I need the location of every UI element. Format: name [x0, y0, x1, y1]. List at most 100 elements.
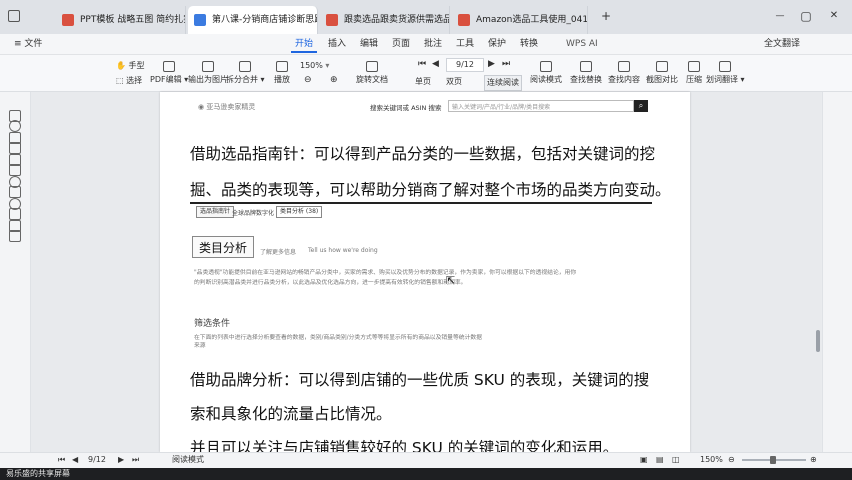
status-page-indicator[interactable]: 9/12 [88, 454, 106, 466]
menu-page[interactable]: 页面 [388, 37, 414, 51]
home-icon[interactable] [8, 10, 20, 22]
paragraph-2-line-1: 借助品牌分析：可以得到店铺的一些优质 SKU 的表现，关键词的搜 [190, 371, 650, 389]
pdf-edit-button[interactable]: PDF编辑 ▾ [150, 61, 188, 85]
prev-page-icon[interactable]: ◀ [432, 59, 439, 69]
paragraph-2-line-2: 索和具象化的流量占比情况。 [190, 405, 392, 423]
screenshot-icon [656, 61, 668, 72]
ppt-file-icon [62, 14, 74, 26]
description-line-1: "品类透视"功能提供目前在亚马逊网站的畅销产品分类中，买家的需求、购买以及优势分… [194, 270, 577, 276]
status-bar [0, 452, 852, 469]
section-title: 类目分析 [199, 241, 248, 255]
tab-pdf-2[interactable]: Amazon选品工具使用_0412.pdf [452, 6, 588, 34]
menu-insert[interactable]: 插入 [324, 37, 350, 51]
status-next-page-icon[interactable]: ▶ [118, 454, 124, 466]
rotate-button[interactable]: 旋转文档 [356, 61, 388, 85]
share-icon[interactable] [9, 230, 21, 242]
tab-active-doc[interactable]: 第八课-分销商店铺诊断思路 [188, 6, 318, 34]
hand-tool-button[interactable]: ✋ 手型 [116, 59, 145, 73]
next-page-icon[interactable]: ▶ [488, 59, 495, 69]
tab-ppt[interactable]: PPT模板 战略五图 简约扎实... [56, 6, 186, 34]
embedded-search-button: ⌕ [634, 100, 648, 112]
embedded-mini-tab: 全球品牌数字化 [232, 210, 275, 217]
full-translate-button[interactable]: 全文翻译 [760, 37, 804, 51]
zoom-in-icon[interactable]: ⊕ [330, 75, 338, 85]
menu-file[interactable]: ≡ 文件 [10, 37, 46, 51]
embedded-search-prefix: 搜索关键词或 ASIN 搜索 [370, 104, 442, 112]
doc-file-icon [194, 14, 206, 26]
screen-share-bar: 易乐盛的共享屏幕 [0, 468, 852, 480]
status-view-icon[interactable]: ▣ [640, 454, 648, 466]
section-note-feedback: Tell us how we're doing [308, 247, 378, 254]
status-last-page-icon[interactable]: ⏭ [132, 454, 139, 466]
image-icon[interactable] [9, 186, 21, 198]
status-zoom-slider-thumb[interactable] [770, 456, 776, 464]
zoom-value: 150% [300, 61, 323, 70]
status-zoom-in-icon[interactable]: ⊕ [810, 454, 817, 466]
status-first-page-icon[interactable]: ⏮ [58, 454, 65, 466]
menu-protect[interactable]: 保护 [484, 37, 510, 51]
page-input[interactable]: 9/12 [446, 58, 484, 72]
settings-icon[interactable] [9, 120, 21, 132]
first-page-icon[interactable]: ⏮ [418, 59, 426, 69]
zoom-control[interactable]: 150% ▾ [300, 59, 352, 73]
tab-label: Amazon选品工具使用_0412.pdf [476, 15, 588, 25]
status-prev-page-icon[interactable]: ◀ [72, 454, 78, 466]
play-button[interactable]: 播放 [274, 61, 290, 85]
paragraph-1-line-1: 借助选品指南针：可以得到产品分类的一些数据，包括对关键词的挖 [190, 145, 656, 163]
split-merge-button[interactable]: 拆分合并 ▾ [226, 61, 265, 85]
vertical-scrollbar[interactable] [816, 330, 820, 352]
image-icon [202, 61, 214, 72]
pdf-edit-icon [163, 61, 176, 72]
tab-label: 跟卖选品跟卖货源供需选品研... [344, 15, 450, 25]
maximize-button[interactable]: ▢ [796, 6, 816, 26]
toolbar: ✋ 手型 ⬚ 选择 PDF编辑 ▾ 输出为图片 拆分合并 ▾ 播放 150% ▾… [0, 55, 852, 92]
word-translate-button[interactable]: 划词翻译 ▾ [706, 61, 745, 85]
filter-title: 筛选条件 [194, 319, 231, 329]
menu-convert[interactable]: 转换 [516, 37, 542, 51]
status-zoom-out-icon[interactable]: ⊖ [728, 454, 735, 466]
minimize-button[interactable]: — [770, 6, 790, 26]
single-page-button[interactable]: 单页 [415, 75, 431, 89]
menu-start[interactable]: 开始 [291, 37, 318, 53]
screen-share-label: 易乐盛的共享屏幕 [6, 469, 70, 478]
book-icon [540, 61, 552, 72]
double-page-button[interactable]: 双页 [446, 75, 462, 89]
new-tab-button[interactable]: + [596, 6, 616, 26]
search-icon [618, 61, 630, 72]
find-content-button[interactable]: 查找内容 [608, 61, 640, 85]
menu-wps-ai[interactable]: WPS AI [562, 37, 602, 51]
find-replace-icon [580, 61, 592, 72]
description-line-2: 的判断识别高潜品类并进行品类分析，以此选品及优化选品方向，进一步提高有效转化的销… [194, 280, 467, 286]
translate-icon[interactable] [9, 208, 21, 220]
right-sidebar [822, 92, 852, 452]
compress-button[interactable]: 压缩 [686, 61, 702, 85]
split-merge-icon [239, 61, 252, 72]
zoom-out-icon[interactable]: ⊖ [304, 75, 312, 85]
close-button[interactable]: ✕ [824, 6, 844, 26]
screenshot-compare-button[interactable]: 截图对比 [646, 61, 678, 85]
find-replace-button[interactable]: 查找替换 [570, 61, 602, 85]
section-note-more-info: 了解更多信息 [260, 249, 297, 256]
status-read-mode[interactable]: 阅读模式 [172, 454, 204, 466]
menu-comment[interactable]: 批注 [420, 37, 446, 51]
last-page-icon[interactable]: ⏭ [502, 59, 510, 69]
pdf-file-icon [326, 14, 338, 26]
menu-tools[interactable]: 工具 [452, 37, 478, 51]
to-image-button[interactable]: 输出为图片 [188, 61, 228, 85]
properties-icon[interactable] [9, 142, 21, 154]
status-view-icon[interactable]: ◫ [672, 454, 680, 466]
tab-pdf-1[interactable]: 跟卖选品跟卖货源供需选品研... [320, 6, 450, 34]
continuous-read-button[interactable]: 连续阅读 [484, 75, 522, 91]
select-tool-button[interactable]: ⬚ 选择 [116, 74, 142, 88]
pdf-file-icon [458, 14, 470, 26]
menu-bar: ≡ 文件 开始 插入 编辑 页面 批注 工具 保护 转换 WPS AI 全文翻译… [0, 34, 852, 85]
read-mode-button[interactable]: 阅读模式 [530, 61, 562, 85]
embedded-site-header: ◉ 亚马逊卖家精灵 [198, 103, 256, 111]
tab-label: PPT模板 战略五图 简约扎实... [80, 15, 185, 25]
rotate-icon [366, 61, 378, 72]
status-view-icon[interactable]: ▤ [656, 454, 664, 466]
annotation-icon[interactable] [9, 164, 21, 176]
menu-edit[interactable]: 编辑 [356, 37, 382, 51]
status-zoom[interactable]: 150% [700, 454, 723, 466]
paragraph-3-line-1: 并且可以关注与店铺销售较好的 SKU 的关键词的变化和运用。 [190, 439, 619, 452]
